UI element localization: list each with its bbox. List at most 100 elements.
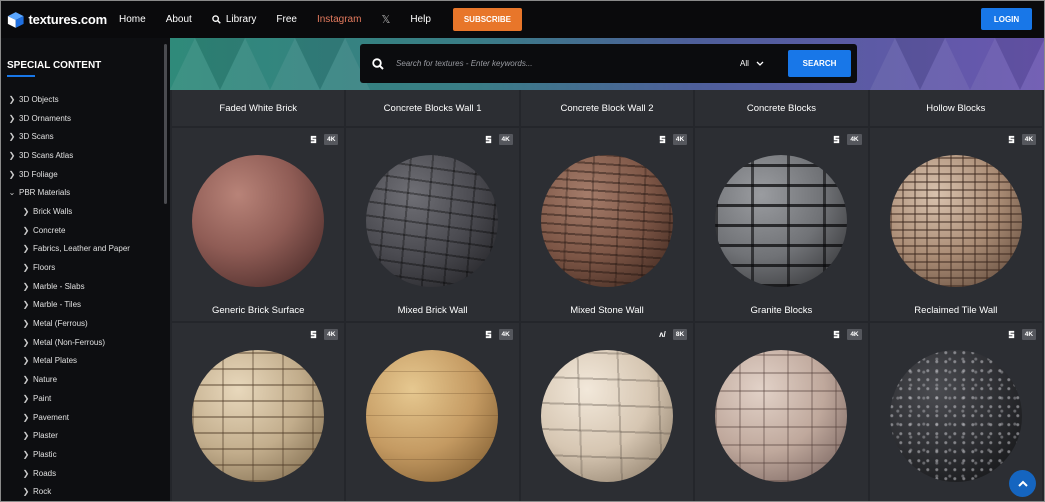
resolution-badge: 4K	[847, 134, 862, 145]
chevron-right-icon: ❯	[22, 225, 30, 235]
nav-home[interactable]: Home	[119, 14, 146, 25]
sidebar-item-label: 3D Objects	[19, 94, 59, 104]
sidebar-item-label: Nature	[33, 375, 58, 385]
search-input[interactable]	[396, 59, 726, 68]
resolution-badge: 4K	[1021, 134, 1037, 145]
sidebar-item-metal-plates[interactable]: ❯ Metal Plates	[1, 352, 161, 371]
chevron-right-icon: ❯	[22, 244, 30, 254]
chevron-right-icon: ❯	[8, 150, 16, 160]
texture-card-sandstone-block-wall[interactable]: 4K	[172, 323, 345, 501]
top-navigation-bar: textures.com Home About Library Free Ins…	[1, 1, 1044, 38]
grid-row-top: Faded White Brick Concrete Blocks Wall 1…	[172, 90, 1044, 126]
chevron-right-icon: ❯	[22, 300, 30, 310]
sidebar-item-label: Paint	[33, 393, 52, 403]
sidebar-item-3d-scans-atlas[interactable]: ❯ 3D Scans Atlas	[1, 146, 161, 165]
sidebar-item-nature[interactable]: ❯ Nature	[1, 370, 161, 389]
texture-card-label: Reclaimed Tile Wall	[914, 305, 998, 316]
chevron-right-icon: ❯	[8, 113, 16, 123]
nav-free[interactable]: Free	[276, 14, 297, 25]
substance-icon	[831, 134, 842, 145]
sidebar-item-brick-walls[interactable]: ❯ Brick Walls	[1, 202, 161, 221]
sidebar-item-label: Metal (Ferrous)	[33, 319, 88, 329]
nav-instagram[interactable]: Instagram	[317, 14, 361, 25]
texture-card-generic-brick-surface[interactable]: 4K Generic Brick Surface	[172, 128, 345, 321]
texture-card-concrete-blocks[interactable]: Concrete Blocks	[695, 90, 868, 126]
sidebar-item-metal-non-ferrous[interactable]: ❯ Metal (Non-Ferrous)	[1, 333, 161, 352]
sidebar-item-floors[interactable]: ❯ Floors	[1, 258, 161, 277]
sidebar-item-3d-ornaments[interactable]: ❯ 3D Ornaments	[1, 109, 161, 128]
texture-preview-sphere	[366, 350, 499, 482]
texture-grid: Faded White Brick Concrete Blocks Wall 1…	[172, 90, 1044, 501]
nav-about[interactable]: About	[166, 14, 192, 25]
sidebar-item-plastic[interactable]: ❯ Plastic	[1, 445, 161, 464]
chevron-right-icon: ❯	[22, 431, 30, 441]
sidebar-item-rock[interactable]: ❯ Rock	[1, 482, 161, 501]
x-twitter-icon[interactable]: 𝕏	[381, 13, 390, 26]
texture-preview-sphere	[540, 350, 673, 482]
texture-preview-sphere	[889, 155, 1022, 287]
texture-card-mixed-brick-wall[interactable]: 4K Mixed Brick Wall	[346, 128, 519, 321]
texture-card-granite-blocks[interactable]: 4K Granite Blocks	[695, 128, 868, 321]
texture-card-sandstone-wall-2[interactable]: 4K	[346, 323, 519, 501]
sidebar-item-label: Metal (Non-Ferrous)	[33, 337, 106, 347]
chevron-right-icon: ❯	[22, 337, 30, 347]
sidebar-item-label: Fabrics, Leather and Paper	[33, 244, 130, 254]
sidebar-scrollbar[interactable]	[164, 44, 167, 204]
sidebar-item-label: Roads	[33, 468, 57, 478]
nav-help[interactable]: Help	[410, 14, 431, 25]
texture-card-reclaimed-tile-wall[interactable]: 4K Reclaimed Tile Wall	[869, 128, 1043, 321]
sidebar-category-list: ❯ 3D Objects ❯ 3D Ornaments ❯ 3D Scans ❯ 3D …	[1, 90, 161, 501]
resolution-badge: 4K	[672, 134, 688, 145]
sidebar-item-marble-slabs[interactable]: ❯ Marble - Slabs	[1, 277, 161, 296]
sidebar-item-3d-objects[interactable]: ❯ 3D Objects	[1, 90, 161, 109]
chevron-right-icon: ❯	[22, 449, 30, 459]
substance-icon	[308, 134, 319, 145]
sidebar-item-marble-tiles[interactable]: ❯ Marble - Tiles	[1, 296, 161, 315]
texture-card-hollow-blocks[interactable]: Hollow Blocks	[869, 90, 1043, 126]
login-button[interactable]: LOGIN	[981, 8, 1032, 30]
sidebar-item-pbr-materials[interactable]: ⌄ PBR Materials	[1, 183, 161, 202]
subscribe-button[interactable]: SUBSCRIBE	[452, 8, 522, 31]
sidebar-item-label: Metal Plates	[33, 356, 78, 366]
chevron-up-icon	[1017, 480, 1028, 487]
texture-preview-sphere	[889, 350, 1022, 482]
sidebar-item-concrete[interactable]: ❯ Concrete	[1, 221, 161, 240]
card-badges: 4K	[308, 329, 339, 340]
texture-card-label: Mixed Stone Wall	[570, 305, 644, 316]
sidebar-item-plaster[interactable]: ❯ Plaster	[1, 426, 161, 445]
chevron-right-icon: ❯	[22, 468, 30, 478]
texture-preview-sphere	[192, 350, 324, 482]
texture-card-label: Granite Blocks	[750, 305, 813, 316]
search-scope-dropdown[interactable]: All	[740, 59, 765, 68]
sidebar-item-3d-scans[interactable]: ❯ 3D Scans	[1, 127, 161, 146]
card-badges: 4K	[483, 329, 513, 340]
search-button[interactable]: SEARCH	[788, 50, 851, 77]
sidebar-item-pavement[interactable]: ❯ Pavement	[1, 408, 161, 427]
sidebar-item-metal-ferrous[interactable]: ❯ Metal (Ferrous)	[1, 314, 161, 333]
card-badges: 4K	[308, 134, 339, 145]
sidebar-item-fabrics[interactable]: ❯ Fabrics, Leather and Paper	[1, 240, 161, 259]
scroll-to-top-button[interactable]	[1009, 470, 1036, 497]
texture-card-sandstone-block-wall-2[interactable]: ʌ/ 8K	[520, 323, 694, 501]
search-bar: All SEARCH	[360, 44, 857, 83]
nav-library[interactable]: Library	[212, 14, 256, 25]
main-content: All SEARCH Faded White Brick Concrete Bl…	[170, 38, 1044, 501]
resolution-badge: 4K	[498, 329, 513, 340]
substance-icon	[1006, 134, 1017, 145]
texture-card-sandstone-wall[interactable]: 4K	[695, 323, 868, 501]
texture-card-faded-white-brick[interactable]: Faded White Brick	[172, 90, 345, 126]
texture-card-concrete-blocks-wall-1[interactable]: Concrete Blocks Wall 1	[346, 90, 519, 126]
site-logo[interactable]: textures.com	[7, 10, 107, 30]
chevron-down-icon	[756, 61, 764, 66]
sidebar-item-3d-foliage[interactable]: ❯ 3D Foliage	[1, 165, 161, 184]
search-scope-label: All	[740, 59, 749, 68]
texture-card-concrete-block-wall-2[interactable]: Concrete Block Wall 2	[520, 90, 694, 126]
sidebar-item-label: PBR Materials	[19, 188, 71, 198]
sidebar-item-roads[interactable]: ❯ Roads	[1, 464, 161, 483]
sidebar-item-label: Marble - Tiles	[33, 300, 82, 310]
chevron-right-icon: ❯	[22, 412, 30, 422]
sidebar-item-label: 3D Ornaments	[19, 113, 72, 123]
texture-card-mixed-stone-wall[interactable]: 4K Mixed Stone Wall	[520, 128, 694, 321]
chevron-right-icon: ❯	[22, 375, 30, 385]
sidebar-item-paint[interactable]: ❯ Paint	[1, 389, 161, 408]
